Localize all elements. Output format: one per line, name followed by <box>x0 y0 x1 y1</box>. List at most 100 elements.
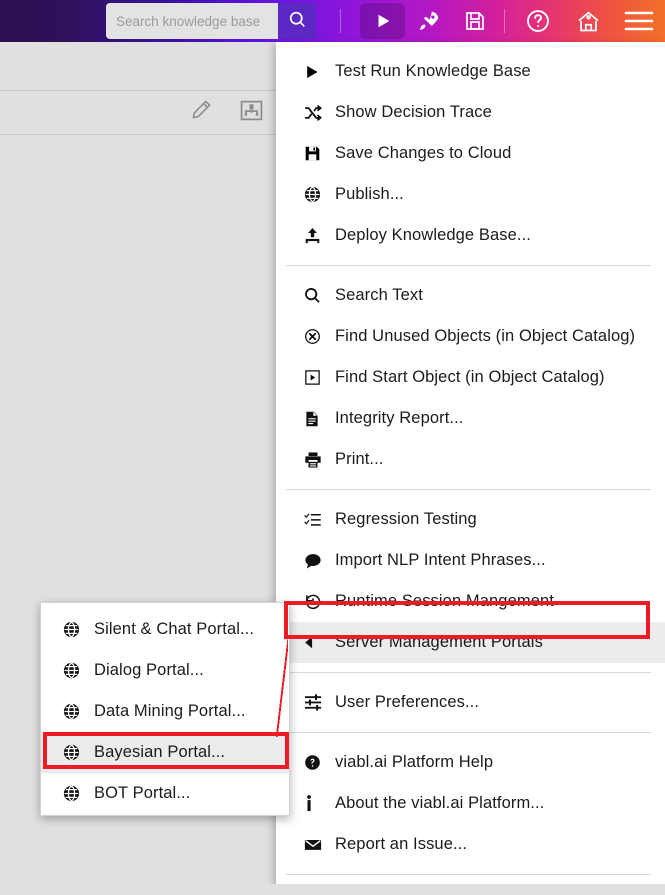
submenu-item-label: BOT Portal... <box>94 784 191 802</box>
header-home-button[interactable] <box>568 0 608 42</box>
diagram-view-button[interactable] <box>239 98 264 128</box>
search-icon <box>304 287 326 304</box>
chat-bubble-icon <box>304 552 326 570</box>
help-icon <box>525 8 551 34</box>
header-save-button[interactable] <box>456 0 494 42</box>
menu-item-label: Integrity Report... <box>335 409 464 427</box>
menu-item-import-nlp[interactable]: Import NLP Intent Phrases... <box>276 540 665 581</box>
search-icon <box>289 11 306 31</box>
header-menu-button[interactable] <box>618 0 660 42</box>
app-header <box>0 0 665 42</box>
window-bottom-edge <box>0 884 665 895</box>
edit-button[interactable] <box>189 98 213 127</box>
submenu-item-bayesian-portal[interactable]: Bayesian Portal... <box>41 732 289 773</box>
workspace-toolbar-row <box>0 91 278 135</box>
menu-divider <box>286 732 651 733</box>
envelope-icon <box>304 836 326 854</box>
menu-item-find-unused[interactable]: Find Unused Objects (in Object Catalog) <box>276 316 665 357</box>
menu-item-deploy-kb[interactable]: Deploy Knowledge Base... <box>276 215 665 256</box>
square-play-icon <box>304 369 326 386</box>
caret-left-icon <box>304 636 326 649</box>
globe-icon <box>63 621 85 638</box>
submenu-item-silent-chat-portal[interactable]: Silent & Chat Portal... <box>41 609 289 650</box>
workspace-header-row <box>0 42 278 91</box>
main-dropdown-menu: Test Run Knowledge Base Show Decision Tr… <box>276 42 665 884</box>
menu-item-save-cloud[interactable]: Save Changes to Cloud <box>276 133 665 174</box>
menu-item-user-preferences[interactable]: User Preferences... <box>276 682 665 723</box>
menu-item-test-run[interactable]: Test Run Knowledge Base <box>276 51 665 92</box>
menu-item-label: Show Decision Trace <box>335 103 492 121</box>
info-icon <box>304 795 326 812</box>
home-icon <box>575 8 602 35</box>
submenu-item-label: Silent & Chat Portal... <box>94 620 255 638</box>
menu-item-label: Search Text <box>335 286 423 304</box>
menu-item-integrity-report[interactable]: Integrity Report... <box>276 398 665 439</box>
menu-item-print[interactable]: Print... <box>276 439 665 480</box>
menu-item-report-issue[interactable]: Report an Issue... <box>276 824 665 865</box>
menu-item-find-start-object[interactable]: Find Start Object (in Object Catalog) <box>276 357 665 398</box>
menu-item-label: Print... <box>335 450 384 468</box>
globe-icon <box>63 785 85 802</box>
menu-item-label: Report an Issue... <box>335 835 468 853</box>
header-divider-2 <box>504 9 505 33</box>
submenu-item-bot-portal[interactable]: BOT Portal... <box>41 773 289 814</box>
menu-item-label: viabl.ai Platform Help <box>335 753 494 771</box>
menu-item-search-text[interactable]: Search Text <box>276 275 665 316</box>
search-button[interactable] <box>278 3 316 39</box>
header-play-button[interactable] <box>360 0 405 42</box>
globe-icon <box>63 703 85 720</box>
save-icon <box>304 145 326 162</box>
header-help-button[interactable] <box>518 0 558 42</box>
globe-icon <box>63 662 85 679</box>
tasklist-icon <box>304 511 326 529</box>
hamburger-menu-icon <box>624 10 654 32</box>
history-icon <box>304 593 326 611</box>
help-circle-icon <box>304 754 326 771</box>
menu-item-platform-help[interactable]: viabl.ai Platform Help <box>276 742 665 783</box>
play-icon <box>374 12 392 30</box>
printer-icon <box>304 451 326 469</box>
menu-item-label: Save Changes to Cloud <box>335 144 512 162</box>
menu-divider <box>286 874 651 875</box>
menu-item-regression-testing[interactable]: Regression Testing <box>276 499 665 540</box>
menu-divider <box>286 265 651 266</box>
menu-item-runtime-session[interactable]: Runtime Session Mangement <box>276 581 665 622</box>
menu-item-server-management-portals[interactable]: Server Management Portals <box>276 622 665 663</box>
menu-item-about-platform[interactable]: About the viabl.ai Platform... <box>276 783 665 824</box>
globe-icon <box>304 186 326 203</box>
menu-item-label: Publish... <box>335 185 404 203</box>
globe-icon <box>63 744 85 761</box>
menu-item-publish[interactable]: Publish... <box>276 174 665 215</box>
menu-item-label: User Preferences... <box>335 693 480 711</box>
menu-item-label: Test Run Knowledge Base <box>335 62 531 80</box>
shuffle-icon <box>304 104 326 122</box>
submenu-item-label: Data Mining Portal... <box>94 702 246 720</box>
menu-item-decision-trace[interactable]: Show Decision Trace <box>276 92 665 133</box>
save-icon <box>463 9 487 33</box>
menu-item-label: Deploy Knowledge Base... <box>335 226 531 244</box>
header-deploy-button[interactable] <box>409 0 449 42</box>
server-portals-submenu: Silent & Chat Portal... Dialog Portal...… <box>40 602 290 816</box>
submenu-item-dialog-portal[interactable]: Dialog Portal... <box>41 650 289 691</box>
sitemap-icon <box>239 98 264 128</box>
menu-item-label: Find Unused Objects (in Object Catalog) <box>335 327 636 345</box>
document-icon <box>304 411 326 427</box>
menu-item-label: Runtime Session Mangement <box>335 592 554 610</box>
sliders-icon <box>304 693 326 712</box>
menu-item-label: Find Start Object (in Object Catalog) <box>335 368 605 386</box>
menu-item-label: Server Management Portals <box>335 633 543 651</box>
menu-divider <box>286 672 651 673</box>
search-box[interactable] <box>106 3 316 39</box>
play-icon <box>304 64 326 80</box>
submenu-item-label: Bayesian Portal... <box>94 743 226 761</box>
menu-item-label: Regression Testing <box>335 510 477 528</box>
submenu-item-label: Dialog Portal... <box>94 661 204 679</box>
menu-item-label: About the viabl.ai Platform... <box>335 794 545 812</box>
menu-item-label: Import NLP Intent Phrases... <box>335 551 546 569</box>
search-input[interactable] <box>106 3 278 39</box>
circle-x-icon <box>304 328 326 345</box>
menu-divider <box>286 489 651 490</box>
submenu-item-data-mining-portal[interactable]: Data Mining Portal... <box>41 691 289 732</box>
upload-icon <box>304 227 326 244</box>
pencil-icon <box>189 98 213 127</box>
